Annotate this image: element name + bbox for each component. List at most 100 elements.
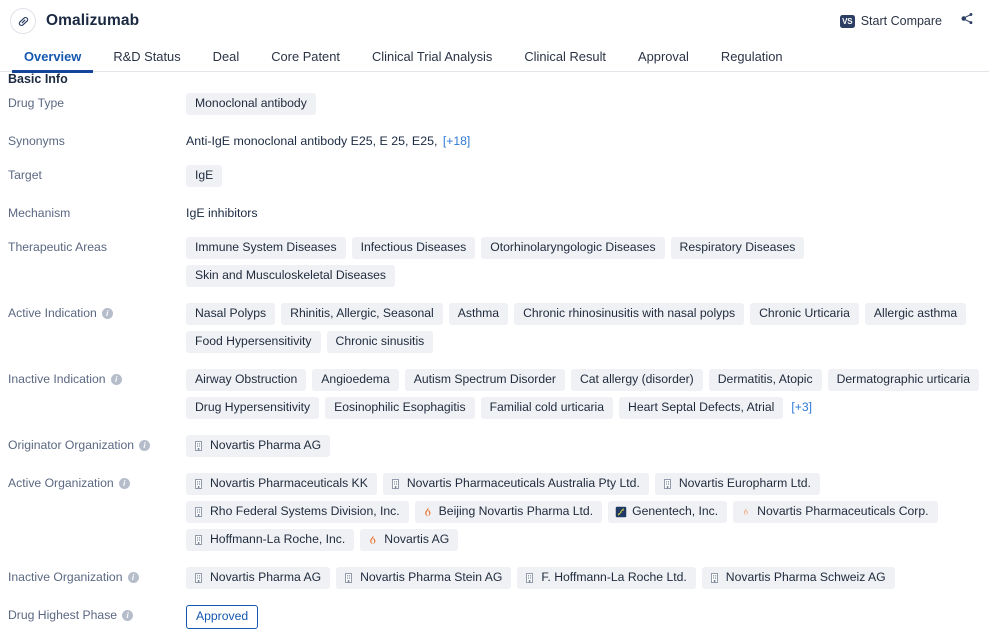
page-title: Omalizumab <box>46 12 140 29</box>
org-chip[interactable]: Novartis Pharma AG <box>186 435 331 457</box>
row-label-text: Therapeutic Areas <box>8 240 107 254</box>
row-label-active-organization: Active Organization i <box>8 473 186 491</box>
org-chip[interactable]: F. Hoffmann-La Roche Ltd. <box>517 567 696 589</box>
chip[interactable]: Cat allergy (disorder) <box>570 369 703 391</box>
tab-rd-status[interactable]: R&D Status <box>97 49 196 72</box>
row-label-text: Originator Organization <box>8 438 134 452</box>
chip[interactable]: Familial cold urticaria <box>480 397 614 419</box>
tab-regulation[interactable]: Regulation <box>705 49 799 72</box>
row-label-originator-organization: Originator Organization i <box>8 435 186 453</box>
info-icon[interactable]: i <box>110 374 122 385</box>
chip[interactable]: Immune System Diseases <box>186 237 346 259</box>
building-icon <box>526 572 534 583</box>
tab-clinical-trial-analysis[interactable]: Clinical Trial Analysis <box>356 49 508 72</box>
building-icon <box>195 478 202 489</box>
chip[interactable]: Chronic Urticaria <box>750 303 859 325</box>
org-chip[interactable]: Novartis AG <box>360 529 459 551</box>
inactive-indication-more-link[interactable]: [+3] <box>789 397 814 419</box>
chip[interactable]: Nasal Polyps <box>186 303 276 325</box>
org-chip[interactable]: Novartis Pharma Stein AG <box>336 567 512 589</box>
row-label-text: Active Organization <box>8 476 114 490</box>
row-therapeutic-areas: Therapeutic Areas Immune System Diseases… <box>8 221 981 287</box>
info-icon[interactable]: i <box>127 572 139 583</box>
chip[interactable]: Rhinitis, Allergic, Seasonal <box>281 303 443 325</box>
chip[interactable]: Asthma <box>448 303 509 325</box>
org-name: Novartis Pharma AG <box>210 570 322 584</box>
org-name: Novartis Europharm Ltd. <box>678 476 811 490</box>
info-icon[interactable]: i <box>101 308 113 319</box>
chip[interactable]: Monoclonal antibody <box>186 93 316 115</box>
chip[interactable]: Angioedema <box>312 369 399 391</box>
row-active-indication: Active Indication i Nasal Polyps Rhiniti… <box>8 287 981 353</box>
chip[interactable]: Eosinophilic Esophagitis <box>325 397 475 419</box>
org-name: Hoffmann-La Roche, Inc. <box>210 532 346 546</box>
chip[interactable]: Chronic rhinosinusitis with nasal polyps <box>514 303 745 325</box>
row-label-text: Mechanism <box>8 206 71 220</box>
row-value-inactive-indication: Airway Obstruction Angioedema Autism Spe… <box>186 369 981 419</box>
info-icon[interactable]: i <box>139 440 150 451</box>
chip[interactable]: Drug Hypersensitivity <box>186 397 320 419</box>
org-chip[interactable]: Genentech, Inc. <box>608 501 728 523</box>
org-name: Rho Federal Systems Division, Inc. <box>210 504 400 518</box>
org-name: Novartis AG <box>384 532 450 546</box>
tab-deal[interactable]: Deal <box>197 49 256 72</box>
chip[interactable]: Heart Septal Defects, Atrial <box>619 397 784 419</box>
row-label-active-indication: Active Indication i <box>8 303 186 321</box>
org-chip[interactable]: Novartis Pharmaceuticals Australia Pty L… <box>382 473 649 495</box>
status-badge[interactable]: Approved <box>186 605 259 629</box>
start-compare-button[interactable]: VS Start Compare <box>839 14 942 28</box>
row-label-drug-type: Drug Type <box>8 93 186 111</box>
tab-overview[interactable]: Overview <box>8 49 97 73</box>
org-chip[interactable]: Novartis Pharmaceuticals Corp. <box>733 501 938 523</box>
row-label-synonyms: Synonyms <box>8 131 186 149</box>
row-drug-type: Drug Type Monoclonal antibody <box>8 84 981 115</box>
row-label-target: Target <box>8 165 186 183</box>
chip[interactable]: IgE <box>186 165 223 187</box>
row-target: Target IgE <box>8 149 981 187</box>
row-label-inactive-organization: Inactive Organization i <box>8 567 186 585</box>
building-icon <box>391 478 399 489</box>
org-chip[interactable]: Rho Federal Systems Division, Inc. <box>186 501 409 523</box>
row-value-synonyms: Anti-IgE monoclonal antibody E25, E 25, … <box>186 131 981 149</box>
network-share-button[interactable] <box>960 11 975 31</box>
org-chip[interactable]: Novartis Europharm Ltd. <box>654 473 820 495</box>
chip[interactable]: Dermatographic urticaria <box>827 369 980 391</box>
org-chip[interactable]: Novartis Pharma AG <box>186 567 331 589</box>
chip[interactable]: Respiratory Diseases <box>670 237 805 259</box>
synonyms-more-link[interactable]: [+18] <box>441 131 472 152</box>
tab-core-patent[interactable]: Core Patent <box>255 49 356 72</box>
start-compare-label: Start Compare <box>860 14 942 28</box>
row-value-inactive-organization: Novartis Pharma AG Novartis Pharma Stein… <box>186 567 981 589</box>
vs-icon: VS <box>839 14 855 28</box>
org-name: F. Hoffmann-La Roche Ltd. <box>541 570 687 584</box>
org-name: Genentech, Inc. <box>632 504 719 518</box>
chip[interactable]: Food Hypersensitivity <box>186 331 321 353</box>
org-name: Novartis Pharmaceuticals Australia Pty L… <box>406 476 640 490</box>
info-icon[interactable]: i <box>118 478 130 489</box>
capsule-icon <box>10 8 36 34</box>
org-name: Novartis Pharma Schweiz AG <box>725 570 886 584</box>
chip[interactable]: Airway Obstruction <box>186 369 307 391</box>
chip[interactable]: Autism Spectrum Disorder <box>404 369 565 391</box>
tab-approval[interactable]: Approval <box>622 49 705 72</box>
chip[interactable]: Skin and Musculoskeletal Diseases <box>186 265 396 287</box>
info-icon[interactable]: i <box>122 610 134 621</box>
row-label-inactive-indication: Inactive Indication i <box>8 369 186 387</box>
network-share-icon <box>960 11 975 31</box>
org-chip[interactable]: Hoffmann-La Roche, Inc. <box>186 529 355 551</box>
row-drug-highest-phase: Drug Highest Phase i Approved <box>8 589 981 629</box>
chip[interactable]: Otorhinolaryngologic Diseases <box>481 237 665 259</box>
org-chip[interactable]: Novartis Pharma Schweiz AG <box>701 567 895 589</box>
chip[interactable]: Dermatitis, Atopic <box>708 369 822 391</box>
org-chip[interactable]: Novartis Pharmaceuticals KK <box>186 473 377 495</box>
tab-clinical-result[interactable]: Clinical Result <box>508 49 622 72</box>
chip[interactable]: Infectious Diseases <box>351 237 476 259</box>
chip[interactable]: Allergic asthma <box>864 303 967 325</box>
building-icon <box>710 572 718 583</box>
chip[interactable]: Chronic sinusitis <box>326 331 434 353</box>
drug-brand: Omalizumab <box>10 8 139 34</box>
row-label-therapeutic-areas: Therapeutic Areas <box>8 237 186 255</box>
org-chip[interactable]: Beijing Novartis Pharma Ltd. <box>414 501 603 523</box>
row-label-text: Synonyms <box>8 134 65 148</box>
building-icon <box>663 478 671 489</box>
